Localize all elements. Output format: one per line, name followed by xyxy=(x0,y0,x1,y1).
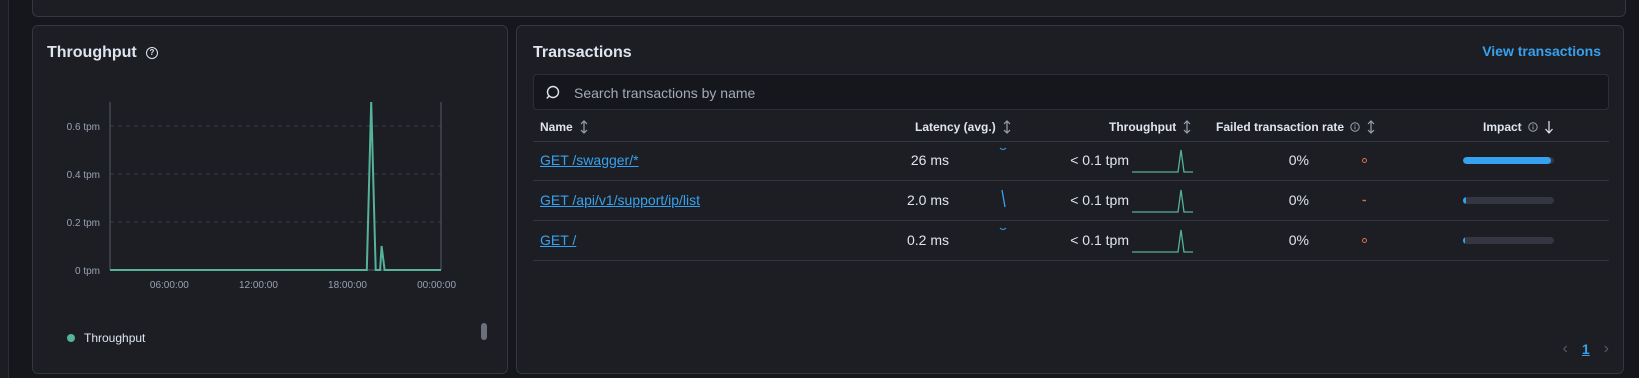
y-tick-label: 0.2 tpm xyxy=(67,218,100,229)
info-icon[interactable] xyxy=(1350,121,1360,132)
table-header: Name Latency (avg.) Throughput Failed tr… xyxy=(533,112,1609,142)
column-failed-rate-label: Failed transaction rate xyxy=(1216,119,1345,134)
failed-rate-value: 0% xyxy=(1288,232,1309,248)
y-tick-label: 0.4 tpm xyxy=(67,170,100,181)
failed-rate-value: 0% xyxy=(1288,192,1309,208)
search-input[interactable] xyxy=(572,75,1596,111)
y-tick-label: 0.6 tpm xyxy=(67,122,100,133)
latency-value: 2.0 ms xyxy=(906,192,949,208)
transaction-link[interactable]: GET /api/v1/support/ip/list xyxy=(540,181,700,220)
throughput-panel: Throughput ? 0 tpm 0.2 tpm 0.4 tpm 0.6 tpm 0… xyxy=(32,25,508,374)
throughput-sparkline xyxy=(1132,149,1193,173)
page-number[interactable]: 1 xyxy=(1582,341,1590,357)
transactions-panel: Transactions View transactions Name Late… xyxy=(516,25,1624,374)
legend-dot xyxy=(67,334,75,342)
search-icon xyxy=(546,85,560,99)
table-row: GET /swagger/* 26 ms < 0.1 tpm 0% xyxy=(533,141,1609,181)
failed-rate-sparkline xyxy=(1362,238,1367,243)
column-name-label: Name xyxy=(540,119,573,134)
info-icon[interactable] xyxy=(1527,121,1538,132)
throughput-sparkline xyxy=(1132,189,1193,213)
column-failed-rate[interactable]: Failed transaction rate xyxy=(1216,112,1376,141)
throughput-series-line xyxy=(110,101,441,271)
next-page-icon[interactable]: › xyxy=(1604,340,1609,358)
throughput-value: < 0.1 tpm xyxy=(1070,152,1129,168)
y-tick-label: 0 tpm xyxy=(75,266,100,277)
x-tick-label: 12:00:00 xyxy=(239,280,278,291)
impact-fill xyxy=(1463,197,1466,204)
latency-sparkline xyxy=(999,227,1007,230)
transaction-link[interactable]: GET /swagger/* xyxy=(540,141,639,180)
column-impact-label: Impact xyxy=(1483,119,1522,134)
table-row: GET / 0.2 ms < 0.1 tpm 0% xyxy=(533,221,1609,261)
x-tick-label: 18:00:00 xyxy=(328,280,367,291)
column-name[interactable]: Name xyxy=(540,112,589,141)
column-throughput[interactable]: Throughput xyxy=(1109,112,1192,141)
x-tick-label: 00:00:00 xyxy=(417,280,456,291)
impact-fill xyxy=(1463,157,1552,164)
legend-scrollbar[interactable] xyxy=(481,323,487,340)
sort-desc-icon xyxy=(1544,120,1553,134)
column-latency[interactable]: Latency (avg.) xyxy=(915,112,1012,141)
impact-bar xyxy=(1463,157,1554,164)
failed-rate-sparkline xyxy=(1362,158,1367,163)
sort-icon xyxy=(1003,119,1011,134)
impact-fill xyxy=(1463,237,1465,244)
column-throughput-label: Throughput xyxy=(1109,119,1177,134)
chart-legend[interactable]: Throughput xyxy=(67,331,145,345)
throughput-value: < 0.1 tpm xyxy=(1070,232,1129,248)
search-box[interactable] xyxy=(533,74,1609,111)
view-transactions-link[interactable]: View transactions xyxy=(1482,43,1601,59)
x-tick-label: 06:00:00 xyxy=(150,280,189,291)
column-latency-label: Latency (avg.) xyxy=(915,119,996,134)
sort-icon xyxy=(580,119,588,134)
throughput-value: < 0.1 tpm xyxy=(1070,192,1129,208)
legend-label: Throughput xyxy=(84,331,146,345)
sort-icon xyxy=(1367,119,1375,134)
transactions-title: Transactions xyxy=(533,44,632,61)
column-impact[interactable]: Impact xyxy=(1483,112,1554,141)
pagination: ‹ 1 › xyxy=(1563,340,1609,358)
transaction-link[interactable]: GET / xyxy=(540,221,576,260)
latency-sparkline xyxy=(1001,189,1006,208)
prev-page-icon[interactable]: ‹ xyxy=(1563,340,1568,358)
impact-bar xyxy=(1463,197,1554,204)
left-rail xyxy=(0,0,9,378)
latency-sparkline xyxy=(999,147,1007,150)
sort-icon xyxy=(1183,119,1191,134)
latency-value: 0.2 ms xyxy=(906,232,949,248)
impact-bar xyxy=(1463,237,1554,244)
latency-value: 26 ms xyxy=(910,152,949,168)
table-row: GET /api/v1/support/ip/list 2.0 ms < 0.1… xyxy=(533,181,1609,221)
failed-rate-sparkline xyxy=(1362,199,1366,202)
failed-rate-value: 0% xyxy=(1288,152,1309,168)
throughput-chart: 0 tpm 0.2 tpm 0.4 tpm 0.6 tpm 06:00:00 12:00:… xyxy=(67,101,456,291)
throughput-sparkline xyxy=(1132,229,1193,253)
top-panel-edge xyxy=(32,0,1626,17)
